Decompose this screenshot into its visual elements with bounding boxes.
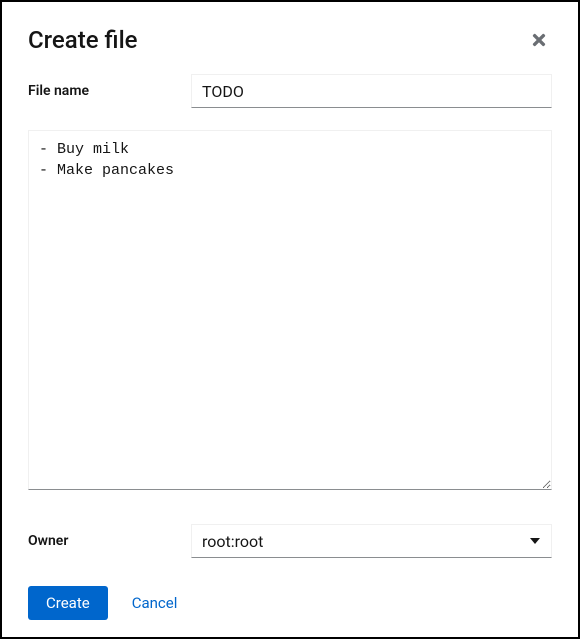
content-textarea[interactable] [28, 130, 552, 490]
owner-select-wrap: root:root [191, 524, 552, 558]
owner-row: Owner root:root [28, 524, 552, 558]
create-button[interactable]: Create [28, 586, 108, 620]
owner-select[interactable]: root:root [191, 524, 552, 558]
filename-label: File name [28, 83, 191, 99]
dialog-title: Create file [28, 26, 138, 54]
dialog-footer: Create Cancel [28, 586, 552, 620]
close-button[interactable] [526, 27, 552, 53]
dialog-header: Create file [28, 26, 552, 54]
owner-label: Owner [28, 533, 191, 549]
cancel-button[interactable]: Cancel [128, 586, 182, 620]
close-icon [530, 31, 548, 49]
content-row [28, 130, 552, 494]
filename-input[interactable] [191, 74, 552, 108]
filename-row: File name [28, 74, 552, 108]
